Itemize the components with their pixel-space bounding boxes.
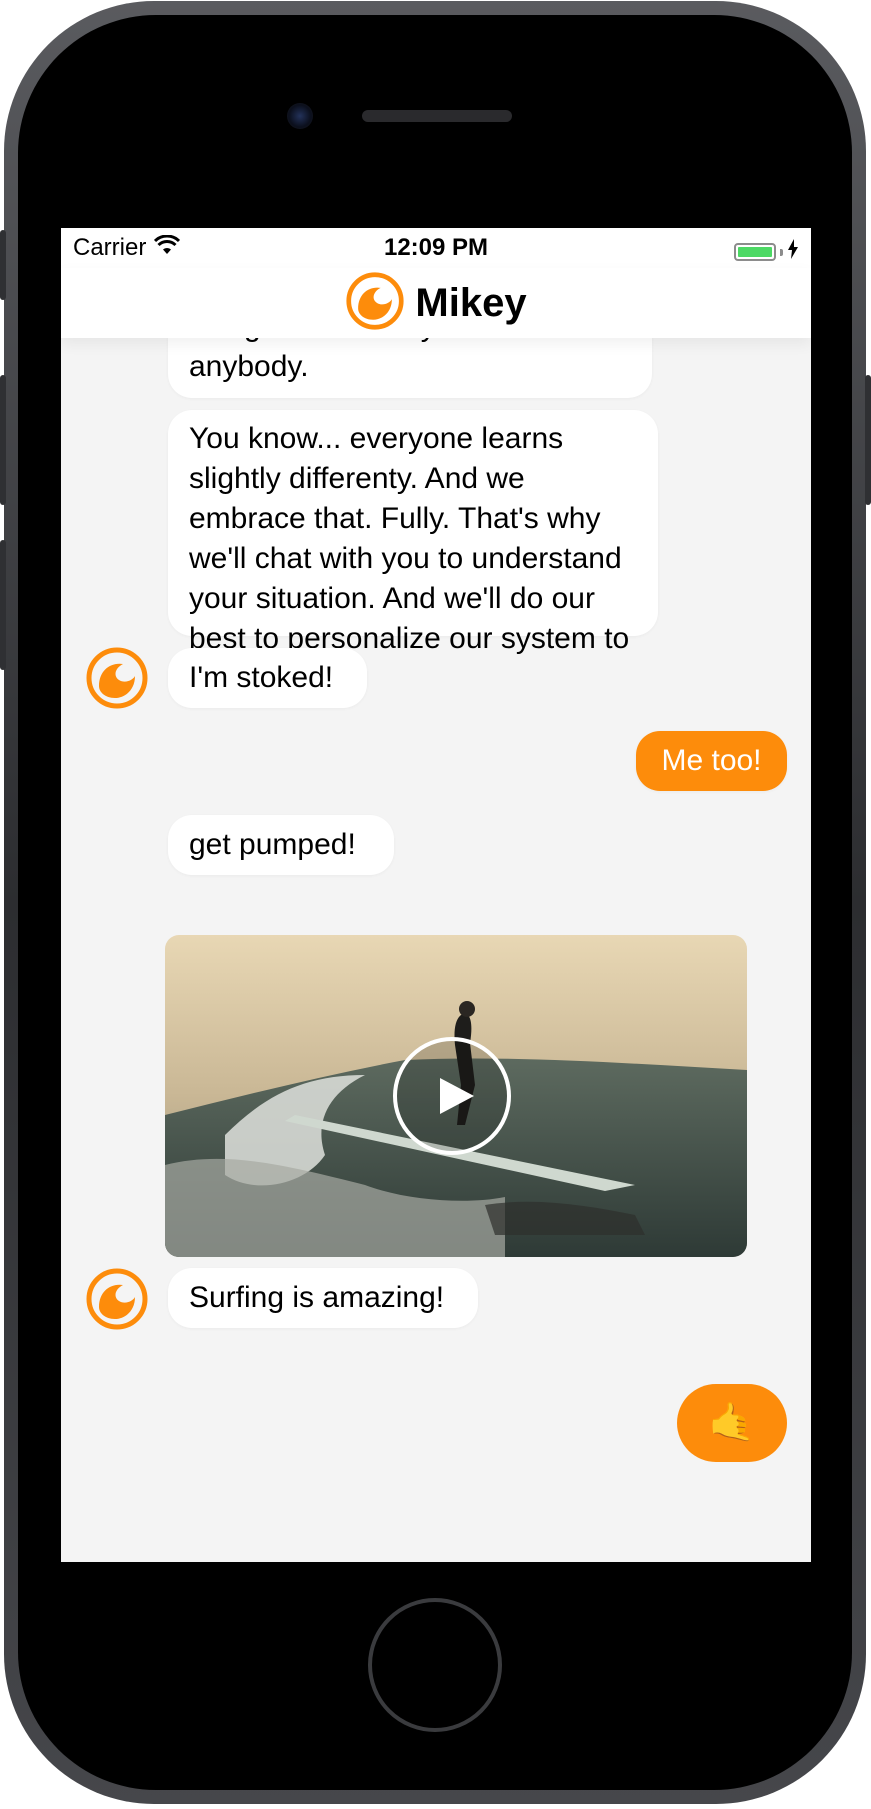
bot-message: You know... everyone learns slightly dif… — [168, 410, 658, 695]
nav-title: Mikey — [415, 280, 527, 325]
wave-logo-icon — [86, 647, 148, 709]
message-text: I'm stoked! — [189, 661, 334, 694]
bolt-icon — [787, 238, 799, 266]
message-text-line: anybody. — [189, 350, 309, 383]
status-time: 12:09 PM — [383, 234, 489, 261]
home-button[interactable] — [368, 1598, 502, 1732]
bot-avatar — [85, 646, 149, 710]
wave-logo-icon — [345, 271, 405, 336]
battery-indicator — [734, 238, 799, 266]
play-button[interactable] — [393, 1037, 511, 1155]
user-message: Me too! — [636, 731, 787, 791]
wave-logo-icon — [86, 1268, 148, 1330]
shaka-reply-button[interactable]: 🤙 — [677, 1384, 787, 1462]
earpiece-speaker — [362, 110, 512, 122]
bot-avatar — [85, 1267, 149, 1331]
shaka-emoji-icon: 🤙 — [708, 1402, 756, 1444]
battery-tip — [780, 248, 783, 256]
bot-message: I'm stoked! — [168, 648, 367, 708]
status-bar: Carrier 12:09 PM — [61, 228, 811, 268]
front-camera — [287, 103, 313, 129]
chat-thread: using is extremelly useful for anybody. … — [61, 298, 811, 1562]
navigation-bar: Mikey — [61, 268, 811, 338]
app-screen: Carrier 12:09 PM Mikey anybody. You know… — [61, 228, 811, 1562]
video-message[interactable] — [165, 935, 747, 1257]
mute-switch — [0, 230, 6, 300]
bot-message: get pumped! — [168, 815, 394, 875]
power-button — [865, 375, 871, 505]
message-text: Surfing is amazing! — [189, 1281, 445, 1314]
volume-up-button — [0, 375, 6, 505]
battery-body — [734, 243, 776, 261]
play-icon — [440, 1078, 474, 1114]
battery-level-fill — [738, 247, 772, 257]
volume-down-button — [0, 540, 6, 670]
message-text: get pumped! — [189, 828, 356, 861]
bot-message: Surfing is amazing! — [168, 1268, 478, 1328]
message-text: Me too! — [661, 744, 762, 777]
